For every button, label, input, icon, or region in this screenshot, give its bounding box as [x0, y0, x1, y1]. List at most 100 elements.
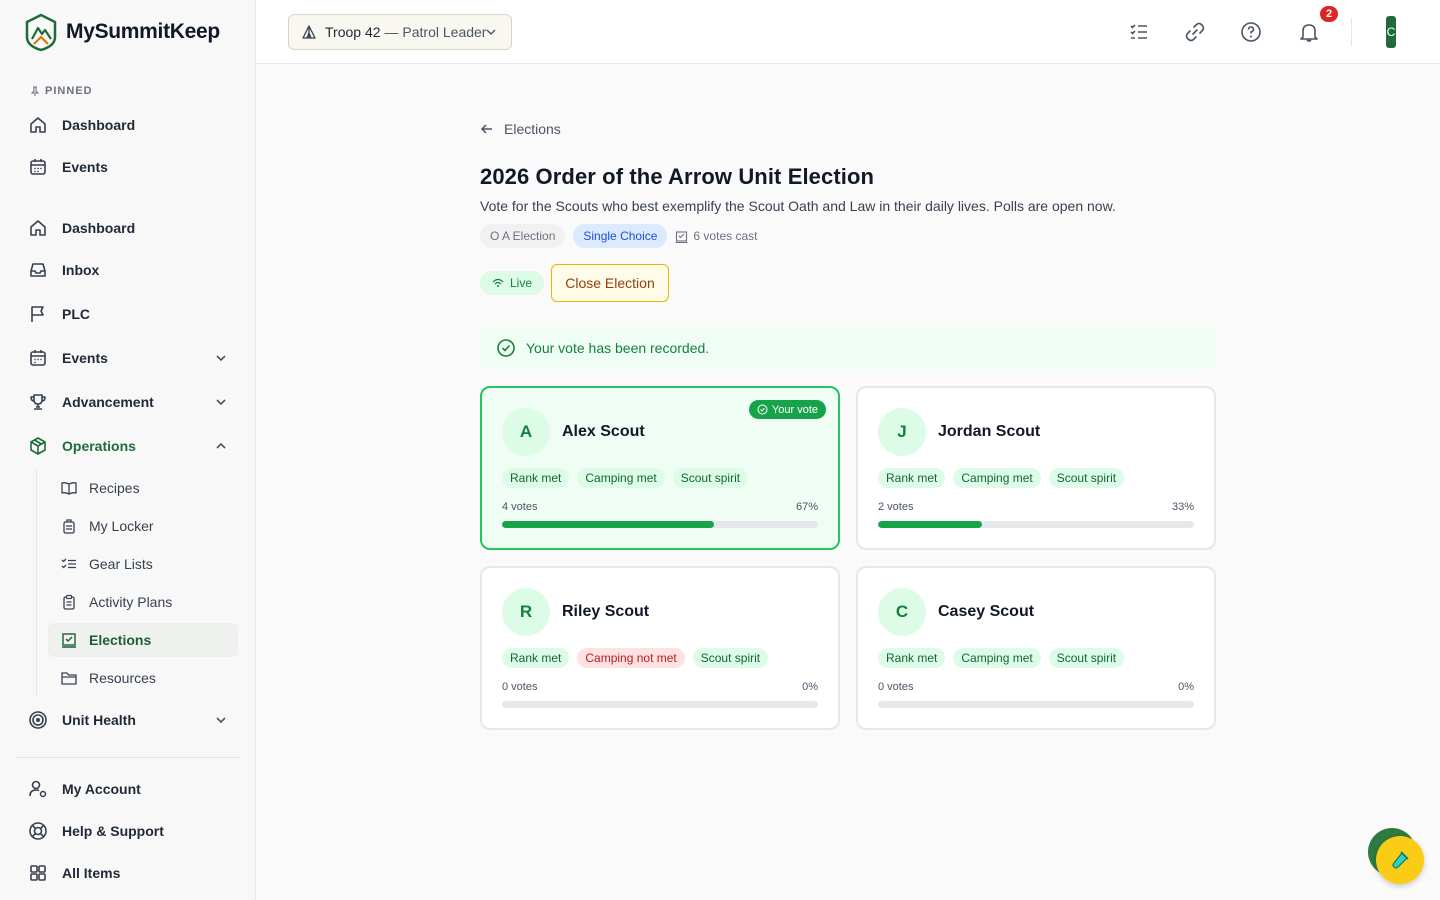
pinned-label: PINNED — [45, 85, 93, 97]
sidebar-item-inbox[interactable]: Inbox — [16, 252, 240, 288]
vote-progress-fill — [878, 521, 983, 528]
sidebar-item-help-support[interactable]: Help & Support — [16, 813, 240, 849]
eligibility-tag: Camping met — [953, 468, 1041, 488]
calendar-icon — [30, 350, 46, 366]
candidate-percent: 33% — [1171, 501, 1194, 513]
vote-progress-bar — [502, 701, 818, 708]
pinned-item-events[interactable]: Events — [16, 149, 240, 185]
sidebar-subitem-my-locker[interactable]: My Locker — [48, 509, 238, 543]
sidebar-subitem-recipes[interactable]: Recipes — [48, 471, 238, 505]
subnav-label: Resources — [89, 670, 156, 686]
nav-label: Help & Support — [62, 823, 164, 839]
sidebar-item-all-items[interactable]: All Items — [16, 855, 240, 891]
your-vote-badge: Your vote — [748, 400, 826, 419]
vote-recorded-alert: Your vote has been recorded. — [480, 326, 1216, 370]
sidebar-item-my-account[interactable]: My Account — [16, 771, 240, 807]
vote-progress-bar — [878, 521, 1194, 528]
sidebar-subitem-resources[interactable]: Resources — [48, 661, 238, 695]
pinned-item-dashboard[interactable]: Dashboard — [16, 107, 240, 143]
votes-cast-text: 6 votes cast — [693, 229, 758, 243]
election-type-tag: O A Election — [480, 224, 566, 248]
eligibility-tag: Camping met — [953, 648, 1041, 668]
checklist-header-button[interactable] — [1127, 20, 1151, 44]
candidate-percent: 0% — [802, 681, 818, 693]
eligibility-tag: Scout spirit — [1048, 648, 1125, 668]
nav-label: Advancement — [62, 394, 154, 410]
arrow-left-icon — [480, 124, 492, 134]
close-election-button[interactable]: Close Election — [551, 264, 669, 302]
sidebar-item-plc[interactable]: PLC — [16, 296, 240, 332]
nav-label: Unit Health — [62, 712, 136, 728]
candidate-card-jordan[interactable]: J Jordan Scout Rank met Camping met Scou… — [856, 386, 1216, 550]
subnav-label: Gear Lists — [89, 556, 153, 572]
checklist-icon — [1130, 24, 1147, 39]
notification-count-badge: 2 — [1318, 4, 1340, 24]
bell-icon — [1300, 24, 1318, 42]
sidebar-item-unit-health[interactable]: Unit Health — [16, 702, 240, 738]
subnav-label: My Locker — [89, 518, 154, 534]
chevron-up-icon — [216, 442, 226, 449]
chevron-down-icon — [486, 29, 496, 35]
sidebar-subitem-elections[interactable]: Elections — [48, 623, 238, 657]
check-circle-icon — [757, 404, 768, 415]
troop-role-selector[interactable]: Troop 42 — Patrol Leader — [288, 14, 512, 50]
submenu-guide-line — [36, 470, 37, 696]
chevron-down-icon — [216, 355, 226, 362]
nav-label: Events — [62, 350, 108, 366]
candidate-card-casey[interactable]: C Casey Scout Rank met Camping met Scout… — [856, 566, 1216, 730]
nav-label: All Items — [62, 865, 121, 881]
target-icon — [29, 711, 47, 729]
checklist-icon — [61, 558, 76, 569]
sidebar-item-operations[interactable]: Operations — [16, 428, 240, 464]
eligibility-tag: Rank met — [502, 648, 570, 668]
sidebar-item-advancement[interactable]: Advancement — [16, 384, 240, 420]
tent-icon — [302, 25, 316, 39]
votes-cast-count: 6 votes cast — [675, 229, 757, 243]
subnav-label: Elections — [89, 632, 152, 648]
ballot-box-icon — [675, 230, 688, 243]
vote-progress-bar — [878, 701, 1194, 708]
help-circle-icon — [1241, 22, 1261, 42]
eligibility-tags: Rank met Camping met Scout spirit — [878, 648, 1125, 668]
candidate-card-alex[interactable]: A Alex Scout Your vote Rank met Camping … — [480, 386, 840, 550]
sidebar-item-events[interactable]: Events — [16, 340, 240, 376]
mountain-logo-icon — [25, 13, 57, 51]
sidebar-subitem-activity-plans[interactable]: Activity Plans — [48, 585, 238, 619]
app-logo[interactable]: MySummitKeep — [24, 13, 220, 51]
subnav-label: Activity Plans — [89, 594, 173, 610]
candidate-votes: 4 votes — [502, 501, 538, 513]
avatar-letter: C — [1386, 25, 1396, 39]
voting-mode-tag: Single Choice — [573, 224, 668, 248]
check-circle-icon — [497, 339, 515, 357]
troop-name: Troop 42 — [325, 24, 381, 40]
ballot-icon — [62, 633, 76, 648]
sidebar-item-dashboard[interactable]: Dashboard — [16, 210, 240, 246]
chevron-down-icon — [216, 717, 226, 724]
candidate-card-riley[interactable]: R Riley Scout Rank met Camping not met S… — [480, 566, 840, 730]
user-avatar[interactable]: C — [1386, 16, 1396, 48]
sidebar-subitem-gear-lists[interactable]: Gear Lists — [48, 547, 238, 581]
box-icon — [30, 437, 46, 455]
candidate-votes: 0 votes — [878, 681, 914, 693]
nav-label: PLC — [62, 306, 90, 322]
header-divider — [1351, 18, 1352, 46]
pinned-section-label: PINNED — [30, 85, 93, 97]
page-title: 2026 Order of the Arrow Unit Election — [480, 164, 875, 189]
app-name: MySummitKeep — [66, 20, 220, 43]
candidate-percent: 0% — [1178, 681, 1194, 693]
wifi-icon — [492, 278, 504, 287]
link-header-button[interactable] — [1183, 20, 1207, 44]
subnav-label: Recipes — [89, 480, 140, 496]
sidebar-divider — [16, 757, 240, 758]
back-to-elections-link[interactable]: Elections — [480, 121, 561, 137]
test-tools-fab[interactable] — [1376, 836, 1424, 884]
notifications-button[interactable] — [1297, 20, 1321, 44]
book-icon — [61, 482, 77, 495]
election-tags: O A Election Single Choice 6 votes cast — [480, 224, 757, 248]
back-label: Elections — [504, 121, 561, 137]
eligibility-tags: Rank met Camping met Scout spirit — [878, 468, 1125, 488]
help-header-button[interactable] — [1239, 20, 1263, 44]
main-content: Elections 2026 Order of the Arrow Unit E… — [256, 64, 1440, 900]
your-vote-text: Your vote — [771, 403, 818, 416]
top-header: Troop 42 — Patrol Leader 2 C — [256, 0, 1440, 64]
